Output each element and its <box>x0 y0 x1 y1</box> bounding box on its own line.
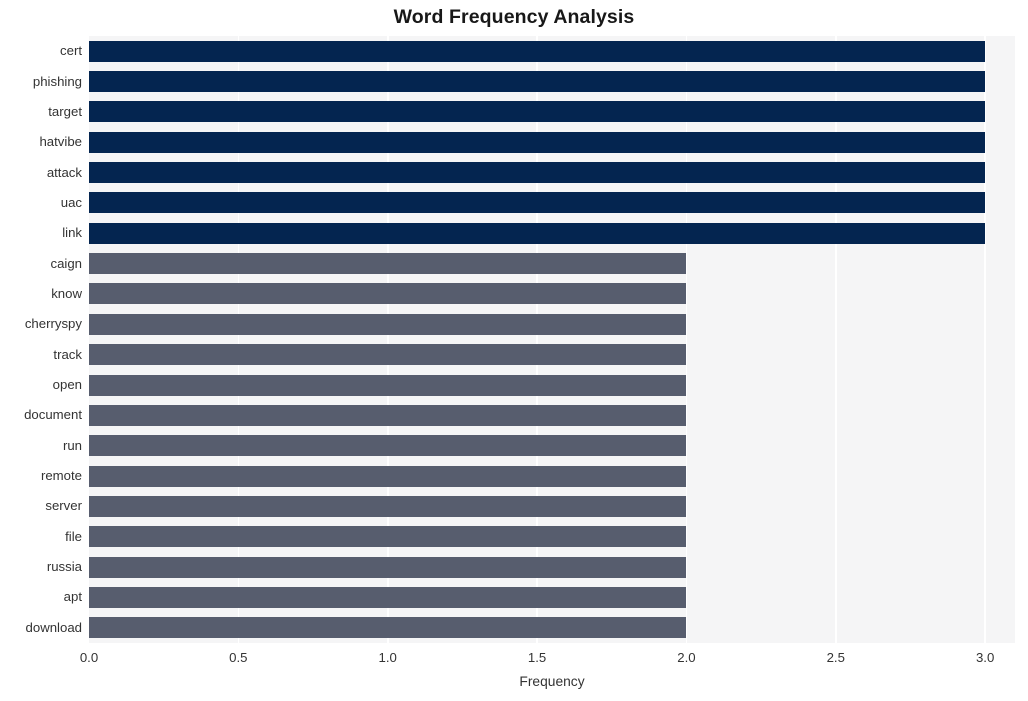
plot-area <box>89 36 1015 643</box>
y-tick-label-run: run <box>62 437 82 453</box>
y-tick-label-link: link <box>62 225 82 241</box>
bar-remote <box>89 465 687 487</box>
bar-run <box>89 435 687 457</box>
y-tick-label-russia: russia <box>46 559 82 575</box>
x-tick-label-2.0: 2.0 <box>677 650 696 665</box>
y-tick-label-document: document <box>24 407 82 423</box>
y-tick-label-server: server <box>45 498 82 514</box>
bar-file <box>89 526 687 548</box>
x-axis-tick-labels: 0.0 0.5 1.0 1.5 2.0 2.5 3.0 <box>80 650 1015 670</box>
x-tick-label-3.0: 3.0 <box>975 650 995 665</box>
bar-russia <box>89 556 687 578</box>
y-axis-tick-labels: cert phishing target hatvibe attack uac link ca… <box>0 36 82 643</box>
y-tick-label-phishing: phishing <box>32 73 82 89</box>
bar-server <box>89 495 687 517</box>
bar-open <box>89 374 687 396</box>
bar-cert <box>89 40 986 62</box>
y-tick-label-cert: cert <box>60 43 82 59</box>
x-axis-title: Frequency <box>519 674 585 689</box>
bar-hatvibe <box>89 131 986 153</box>
x-tick-label-1.5: 1.5 <box>527 650 547 665</box>
y-tick-label-download: download <box>25 619 82 635</box>
bar-apt <box>89 586 687 608</box>
x-tick-label-0.0: 0.0 <box>79 650 99 665</box>
x-tick-label-1.0: 1.0 <box>378 650 397 665</box>
y-tick-label-caign: caign <box>50 255 82 271</box>
y-tick-label-know: know <box>51 285 82 301</box>
chart-title: Word Frequency Analysis <box>393 6 635 28</box>
bar-know <box>89 283 687 305</box>
bars-container <box>89 36 1015 643</box>
bar-uac <box>89 192 986 214</box>
bar-track <box>89 344 687 366</box>
y-tick-label-uac: uac <box>60 194 82 210</box>
y-tick-label-track: track <box>53 346 82 362</box>
y-tick-label-open: open <box>52 377 82 393</box>
bar-cherryspy <box>89 313 687 335</box>
bar-attack <box>89 162 986 184</box>
y-tick-label-remote: remote <box>40 468 82 484</box>
bar-target <box>89 101 986 123</box>
y-tick-label-cherryspy: cherryspy <box>24 316 82 332</box>
bar-link <box>89 222 986 244</box>
y-tick-label-hatvibe: hatvibe <box>39 134 82 150</box>
bar-phishing <box>89 71 986 93</box>
y-tick-label-attack: attack <box>46 164 82 180</box>
x-tick-label-0.5: 0.5 <box>229 650 248 665</box>
y-tick-label-file: file <box>65 528 82 544</box>
bar-caign <box>89 253 687 275</box>
word-frequency-chart: Word Frequency Analysis cert phishing targ… <box>0 0 1028 701</box>
x-tick-label-2.5: 2.5 <box>826 650 845 665</box>
bar-document <box>89 404 687 426</box>
bar-download <box>89 617 687 639</box>
y-tick-label-apt: apt <box>63 589 82 605</box>
y-tick-label-target: target <box>48 103 82 119</box>
